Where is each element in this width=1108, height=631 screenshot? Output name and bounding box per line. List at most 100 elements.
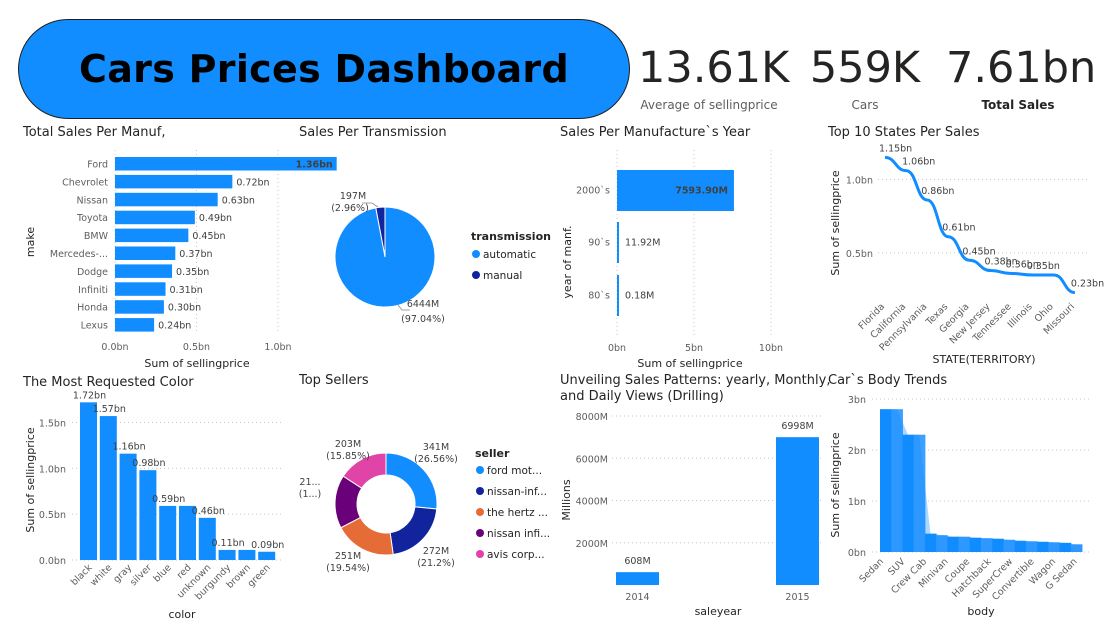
data-label: 1.72bn <box>73 390 106 401</box>
x-tick-label: green <box>246 562 273 589</box>
data-label: (19.54%) <box>326 563 370 574</box>
y-tick-label: Mercedes-... <box>50 249 108 260</box>
legend-label: automatic <box>483 249 536 261</box>
legend-marker <box>476 529 484 537</box>
y-tick-label: Toyota <box>76 213 108 224</box>
y-tick-label: 0.0bn <box>39 556 66 567</box>
x-tick-label: 1.0bn <box>264 342 291 353</box>
data-label: (97.04%) <box>401 314 445 325</box>
legend-marker <box>476 487 484 495</box>
dashboard-charts[interactable]: 0.0bn 0.5bn 1.0bn Ford 1.36bn Chevrolet 0.72bn… <box>0 0 1108 631</box>
data-label: 1.57bn <box>93 404 126 415</box>
data-label: 0.45bn <box>192 231 225 242</box>
legend-marker <box>472 271 480 279</box>
y-axis-title: Millions <box>560 479 573 520</box>
bar-year-2015[interactable] <box>776 437 819 585</box>
pie-slice-automatic[interactable] <box>334 206 436 308</box>
data-label: 0.09bn <box>251 540 284 551</box>
y-tick-label: Chevrolet <box>62 177 108 188</box>
data-label: 1.16bn <box>112 442 145 453</box>
bar-bmw[interactable] <box>115 228 189 243</box>
x-tick-label: 0.5bn <box>183 342 210 353</box>
y-tick-label: 8000M <box>576 412 608 423</box>
y-tick-label: 0bn <box>848 548 866 559</box>
data-label: 197M <box>340 191 366 202</box>
bar-blue[interactable] <box>159 505 177 560</box>
bar-nissan[interactable] <box>115 192 218 207</box>
data-label: (26.56%) <box>414 454 458 465</box>
legend-label: nissan infi... <box>487 528 550 540</box>
bar-chevrolet[interactable] <box>115 174 233 189</box>
bar-burgundy[interactable] <box>218 549 236 560</box>
x-axis-title: Sum of sellingprice <box>144 357 249 370</box>
data-label: 0.23bn <box>1071 279 1104 290</box>
bar-gray[interactable] <box>119 453 137 560</box>
x-tick-label: 10bn <box>759 343 783 354</box>
data-label: 0.30bn <box>168 303 201 314</box>
y-axis-title: Sum of sellingprice <box>829 432 842 537</box>
x-axis-title: saleyear <box>695 605 742 618</box>
data-label: 272M <box>423 546 449 557</box>
x-axis-title: body <box>967 605 995 618</box>
legend-marker <box>472 250 480 258</box>
y-tick-label: 2000`s <box>576 186 610 197</box>
legend-label: manual <box>483 270 522 282</box>
bar-80[interactable] <box>617 275 619 316</box>
line-series-states[interactable] <box>884 155 1076 295</box>
y-axis-title: Sum of sellingprice <box>829 170 842 275</box>
bar-infiniti[interactable] <box>115 282 166 296</box>
bar-year-2014[interactable] <box>616 572 659 585</box>
legend-label: the hertz ... <box>487 507 548 519</box>
data-label: (2.96%) <box>331 203 369 214</box>
legend-title: transmission <box>471 230 551 243</box>
data-label: 0.35bn <box>176 267 209 278</box>
data-label: 1.15bn <box>879 143 912 154</box>
y-tick-label: Lexus <box>81 321 108 332</box>
data-label: (21.2%) <box>417 558 455 569</box>
data-label: 0.98bn <box>132 458 165 469</box>
data-label: 0.24bn <box>158 321 191 332</box>
legend-label: ford mot... <box>487 465 542 477</box>
bar-brown[interactable] <box>238 549 256 560</box>
x-tick-label: 2015 <box>785 592 809 603</box>
data-label: 341M <box>423 442 449 453</box>
data-label: 0.61bn <box>942 223 975 234</box>
x-axis-title: Sum of sellingprice <box>637 357 742 370</box>
y-tick-label: 2000M <box>576 539 608 550</box>
y-tick-label: 2bn <box>848 446 866 457</box>
bar-dodge[interactable] <box>115 264 173 278</box>
y-tick-label: 3bn <box>848 395 866 406</box>
x-axis-title: STATE(TERRITORY) <box>932 353 1035 366</box>
y-tick-label: 6000M <box>576 454 608 465</box>
bar-toyota[interactable] <box>115 210 195 225</box>
area-series-body <box>880 409 1082 552</box>
data-label: 0.31bn <box>170 285 203 296</box>
data-label: 0.35bn <box>1027 261 1060 272</box>
bar-green[interactable] <box>258 551 276 560</box>
y-tick-label: 80`s <box>588 291 610 302</box>
y-tick-label: Nissan <box>77 195 109 206</box>
x-axis-title: color <box>168 608 196 621</box>
bar-honda[interactable] <box>115 300 164 314</box>
data-label: 0.72bn <box>236 177 269 188</box>
legend-marker <box>476 550 484 558</box>
data-label: 608M <box>624 556 650 567</box>
legend-marker <box>476 508 484 516</box>
bar-silver[interactable] <box>139 470 157 560</box>
bar-90[interactable] <box>617 222 619 263</box>
y-axis-title: year of manf. <box>561 225 574 298</box>
y-axis-title: Sum of sellingprice <box>24 427 37 532</box>
data-label: (15.85%) <box>326 451 370 462</box>
data-label: 21... <box>299 477 320 488</box>
bar-black[interactable] <box>80 402 97 560</box>
x-tick-label: 5bn <box>685 343 703 354</box>
bar-lexus[interactable] <box>115 318 155 332</box>
y-tick-label: Honda <box>77 303 108 314</box>
bar-white[interactable] <box>99 416 117 560</box>
x-tick-label: white <box>88 562 114 588</box>
data-label: 7593.90M <box>675 186 728 197</box>
data-label: 6998M <box>781 421 813 432</box>
y-tick-label: 0.5bn <box>39 510 66 521</box>
bar-mercedes[interactable] <box>115 246 176 261</box>
data-label: 1.06bn <box>902 157 935 168</box>
